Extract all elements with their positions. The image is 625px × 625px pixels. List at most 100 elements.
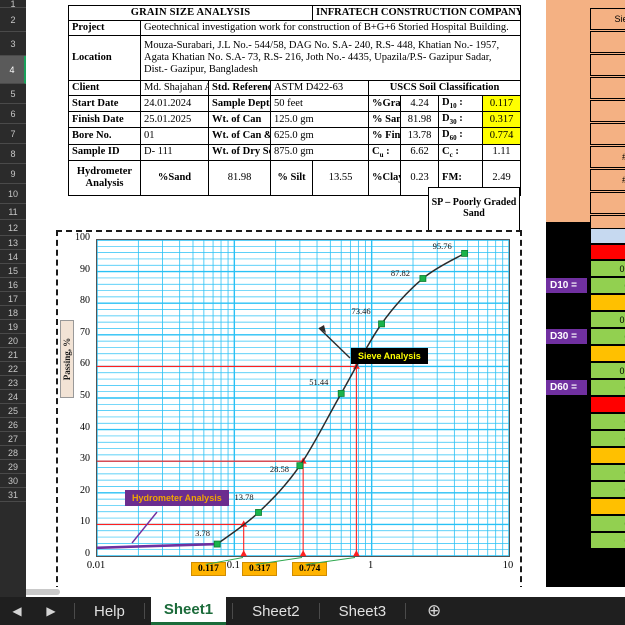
wt-can-value[interactable]: 125.0 gm (269, 111, 370, 129)
row-header-8[interactable]: 8 (0, 144, 26, 164)
value-cell-12[interactable]: 0. (590, 430, 625, 447)
row-header-30[interactable]: 30 (0, 474, 26, 488)
value-cell-8[interactable]: 0.0 (590, 362, 625, 379)
sieve-row-4[interactable]: # (590, 100, 625, 122)
sieve-row-0[interactable]: Siev (590, 8, 625, 30)
value-cell-16[interactable] (590, 498, 625, 515)
gravel-value[interactable]: 4.24 (400, 95, 440, 113)
value-cell-5[interactable]: 0.0 (590, 311, 625, 328)
value-cell-15[interactable]: 0. (590, 481, 625, 498)
row-header-21[interactable]: 21 (0, 348, 26, 362)
row-header-25[interactable]: 25 (0, 404, 26, 418)
fines-value[interactable]: 13.78 (400, 127, 440, 145)
sand-value[interactable]: 81.98 (400, 111, 440, 129)
callout-hydrometer-analysis[interactable]: Hydrometer Analysis (125, 490, 229, 506)
sieve-row-6[interactable]: #1 (590, 146, 625, 168)
value-cell-0[interactable] (590, 228, 625, 244)
bore-no-value[interactable]: 01 (140, 127, 209, 145)
value-cell-4[interactable] (590, 294, 625, 311)
value-cell-10[interactable] (590, 396, 625, 413)
wt-can-soil-value[interactable]: 625.0 gm (269, 127, 370, 145)
row-header-27[interactable]: 27 (0, 432, 26, 446)
value-cell-2[interactable]: 0.0 (590, 260, 625, 277)
y-tick-10: 10 (80, 516, 90, 528)
sheet-tab-sheet3[interactable]: Sheet3 (326, 597, 400, 625)
row-header-28[interactable]: 28 (0, 446, 26, 460)
location-value[interactable]: Mouza-Surabari, J.L No.- 544/58, DAG No.… (139, 35, 522, 82)
start-date-label: Start Date (68, 95, 141, 113)
sample-id-value[interactable]: D- 111 (140, 143, 209, 161)
row-header-26[interactable]: 26 (0, 418, 26, 432)
project-value[interactable]: Geotechnical investigation work for cons… (139, 20, 522, 37)
uscs-classification-value[interactable]: SP – Poorly Graded Sand (428, 187, 520, 231)
y-tick-0: 0 (85, 548, 90, 559)
cc-value[interactable]: 1.11 (482, 143, 522, 161)
d10-value[interactable]: 0.117 (482, 95, 522, 113)
row-header-9[interactable]: 9 (0, 164, 26, 184)
pct-sand-value[interactable]: 81.98 (208, 159, 271, 196)
sample-depth-value[interactable]: 50 feet (269, 95, 370, 113)
value-cell-7[interactable] (590, 345, 625, 362)
sieve-row-3[interactable]: # (590, 77, 625, 99)
y-tick-100: 100 (75, 232, 90, 243)
row-header-13[interactable]: 13 (0, 236, 26, 250)
d60-value[interactable]: 0.774 (482, 127, 522, 145)
value-cell-17[interactable]: 0. (590, 515, 625, 532)
row-header-7[interactable]: 7 (0, 124, 26, 144)
wt-dry-soil-label: Wt. of Dry Soil (208, 143, 271, 161)
sheet-tab-sheet2[interactable]: Sheet2 (239, 597, 313, 625)
callout-sieve-analysis[interactable]: Sieve Analysis (351, 348, 428, 364)
wt-dry-soil-value[interactable]: 875.0 gm (269, 143, 370, 161)
sheet-tab-help[interactable]: Help (81, 597, 138, 625)
row-header-12[interactable]: 12 (0, 220, 26, 236)
row-header-15[interactable]: 15 (0, 264, 26, 278)
horizontal-scrollbar[interactable] (0, 587, 625, 597)
row-header-24[interactable]: 24 (0, 390, 26, 404)
row-header-4[interactable]: 4 (0, 56, 26, 84)
row-header-5[interactable]: 5 (0, 84, 26, 104)
sieve-row-2[interactable]: # (590, 54, 625, 76)
sieve-row-5[interactable]: # (590, 123, 625, 145)
next-sheet-button[interactable]: ▶ (34, 597, 68, 625)
row-header-11[interactable]: 11 (0, 204, 26, 220)
row-header-1[interactable]: 1 (0, 0, 26, 9)
value-cell-6[interactable]: 0. (590, 328, 625, 345)
value-cell-9[interactable]: 0. (590, 379, 625, 396)
row-header-29[interactable]: 29 (0, 460, 26, 474)
std-reference-value[interactable]: ASTM D422-63 (269, 80, 370, 97)
add-sheet-button[interactable]: ⊕ (412, 597, 456, 625)
value-cell-3[interactable]: 0. (590, 277, 625, 294)
report-title-right: INFRATECH CONSTRUCTION COMPANY LTD. (312, 4, 522, 22)
cu-value[interactable]: 6.62 (400, 143, 440, 161)
sieve-row-8[interactable]: p (590, 192, 625, 214)
d-label-2: D60 = (546, 379, 588, 396)
value-cell-14[interactable]: 0. (590, 464, 625, 481)
client-value[interactable]: Md. Shajahan Ali (140, 80, 209, 97)
row-header-14[interactable]: 14 (0, 250, 26, 264)
sieve-row-1[interactable]: # (590, 31, 625, 53)
start-date-value[interactable]: 24.01.2024 (140, 95, 209, 113)
d30-value[interactable]: 0.317 (482, 111, 522, 129)
row-header-16[interactable]: 16 (0, 278, 26, 292)
row-header-3[interactable]: 3 (0, 32, 26, 56)
row-header-6[interactable]: 6 (0, 104, 26, 124)
value-cell-11[interactable]: 0. (590, 413, 625, 430)
value-cell-1[interactable] (590, 244, 625, 260)
row-header-31[interactable]: 31 (0, 488, 26, 502)
row-header-10[interactable]: 10 (0, 184, 26, 204)
row-header-19[interactable]: 19 (0, 320, 26, 334)
row-header-23[interactable]: 23 (0, 376, 26, 390)
prev-sheet-button[interactable]: ◀ (0, 597, 34, 625)
row-header-18[interactable]: 18 (0, 306, 26, 320)
row-header-17[interactable]: 17 (0, 292, 26, 306)
chart-curve-svg (97, 240, 509, 556)
finish-date-value[interactable]: 25.01.2025 (140, 111, 209, 129)
sheet-tab-sheet1[interactable]: Sheet1 (150, 597, 227, 625)
row-header-2[interactable]: 2 (0, 8, 26, 32)
sieve-row-7[interactable]: #2 (590, 169, 625, 191)
value-cell-18[interactable]: 0. (590, 532, 625, 549)
row-header-20[interactable]: 20 (0, 334, 26, 348)
value-cell-13[interactable] (590, 447, 625, 464)
row-header-22[interactable]: 22 (0, 362, 26, 376)
pct-silt-value[interactable]: 13.55 (312, 159, 370, 196)
